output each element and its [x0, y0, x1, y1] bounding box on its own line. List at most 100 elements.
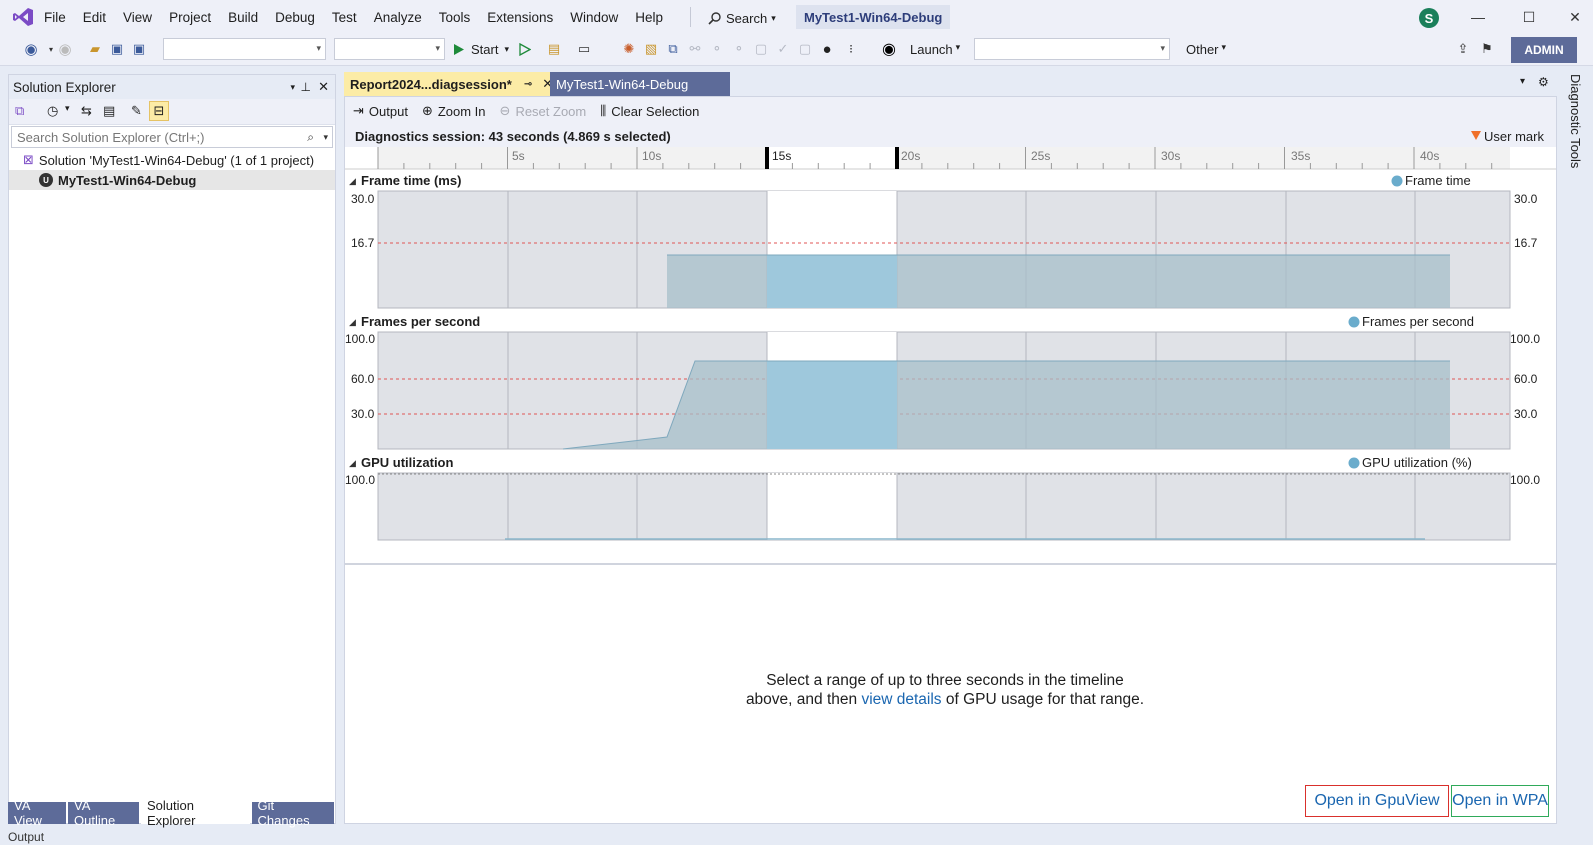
chevron-down-icon[interactable]: ▾	[1520, 76, 1525, 87]
admin-badge[interactable]: ADMIN	[1511, 37, 1577, 63]
other-toolbar-button[interactable]: Other ▾	[1186, 42, 1226, 57]
chevron-down-icon[interactable]: ▾	[65, 103, 70, 114]
diagnostic-tools-tab[interactable]: Diagnostic Tools	[1563, 74, 1583, 274]
launch-target-dropdown[interactable]: ▾	[974, 38, 1170, 60]
feedback-icon[interactable]: ⚑	[1478, 40, 1496, 58]
tab-va-outline[interactable]: VA Outline	[68, 798, 140, 828]
menu-file[interactable]: File	[44, 10, 66, 25]
ruler-tick-25s: 25s	[1031, 149, 1050, 163]
menu-analyze[interactable]: Analyze	[374, 10, 422, 25]
menu-tools[interactable]: Tools	[439, 10, 471, 25]
gpu-utilization-graph[interactable]: ◢ GPU utilization GPU utilization (%) 10…	[345, 455, 1540, 541]
timeline-ruler[interactable]: 5s 10s 15s 20s 25s 30s 35s 40s	[345, 147, 1556, 170]
history-icon[interactable]: ◷	[47, 103, 58, 119]
clear-selection-icon: ⫼	[600, 103, 607, 118]
open-in-gpuview-button[interactable]: Open in GpuView	[1305, 785, 1449, 817]
menu-edit[interactable]: Edit	[83, 10, 106, 25]
tab-git-changes[interactable]: Git Changes	[251, 798, 335, 828]
launch-button[interactable]: Launch ▾	[910, 42, 960, 57]
capture-icon[interactable]: ▧	[642, 40, 660, 58]
menu-test[interactable]: Test	[332, 10, 357, 25]
collapse-arrow-icon[interactable]: ◢	[349, 176, 356, 186]
share-icon[interactable]: ⇪	[1454, 40, 1472, 58]
layout-icon[interactable]: ▭	[575, 40, 593, 58]
start-without-debugging-icon[interactable]	[516, 40, 534, 58]
check-icon[interactable]: ✓	[774, 40, 792, 58]
menu-window[interactable]: Window	[570, 10, 618, 25]
sync-icon[interactable]: ⇆	[81, 103, 92, 119]
link-icon[interactable]: ⚯	[686, 40, 704, 58]
tab-project[interactable]: MyTest1-Win64-Debug	[550, 72, 730, 96]
axis-tick-right: 100.0	[1510, 332, 1540, 346]
search-button[interactable]: Search ▾	[708, 7, 776, 29]
close-icon[interactable]: ✕	[1563, 6, 1587, 28]
tree-item-project[interactable]: U MyTest1-Win64-Debug	[9, 170, 335, 190]
navigate-forward-icon[interactable]: ◉	[56, 40, 74, 58]
graphics-icon[interactable]: ⧉	[664, 40, 682, 58]
navigate-back-icon[interactable]: ◉	[22, 40, 40, 58]
clear-selection-button[interactable]: ⫼ Clear Selection	[600, 103, 699, 119]
solution-explorer-toolbar: ⧉ ◷ ▾ ⇆ ▤ ✎ ⊟	[9, 99, 335, 125]
fps-graph[interactable]: ◢ Frames per second Frames per second 10…	[345, 314, 1540, 450]
pin-icon[interactable]: ⊥	[301, 80, 311, 94]
tab-va-view[interactable]: VA View	[8, 798, 67, 828]
menu-debug[interactable]: Debug	[275, 10, 315, 25]
start-button[interactable]: Start ▾	[453, 42, 509, 57]
chevron-down-icon[interactable]: ▾	[290, 82, 295, 93]
selection-end-handle[interactable]	[895, 147, 899, 169]
solution-search-input[interactable]: Search Solution Explorer (Ctrl+;) ⌕ ▾	[11, 126, 333, 148]
ruler-tick-5s: 5s	[512, 149, 525, 163]
reset-zoom-button[interactable]: ⊖ Reset Zoom	[500, 103, 587, 119]
open-in-wpa-button[interactable]: Open in WPA	[1451, 785, 1549, 817]
configuration-dropdown[interactable]: ▾	[163, 38, 326, 60]
copy-icon[interactable]: ▢	[796, 40, 814, 58]
pin-icon[interactable]: ⊸	[524, 79, 532, 90]
collapse-all-icon[interactable]: ▤	[103, 103, 115, 119]
step-icon[interactable]: ⚬	[708, 40, 726, 58]
menu-help[interactable]: Help	[635, 10, 663, 25]
menu-extensions[interactable]: Extensions	[487, 10, 553, 25]
box-icon[interactable]: ▢	[752, 40, 770, 58]
frame-time-graph[interactable]: ◢ Frame time (ms) Frame time 30.0 16.7 3…	[349, 173, 1538, 309]
browse-icon[interactable]: ▤	[545, 40, 563, 58]
chevron-down-icon[interactable]: ▾	[323, 132, 328, 143]
visual-studio-logo-icon[interactable]	[12, 7, 34, 27]
preview-icon[interactable]: ⊟	[149, 101, 169, 121]
platform-dropdown[interactable]: ▾	[334, 38, 445, 60]
collapse-arrow-icon[interactable]: ◢	[349, 317, 356, 327]
minimize-icon[interactable]: —	[1466, 6, 1490, 28]
more-icon[interactable]: ⁝	[842, 40, 860, 58]
solution-explorer-header: Solution Explorer ▾ ⊥ ✕	[9, 75, 335, 99]
switch-views-icon[interactable]: ⧉	[15, 103, 24, 119]
view-details-link[interactable]: view details	[861, 691, 941, 708]
selection-start-handle[interactable]	[765, 147, 769, 169]
gear-icon[interactable]: ⚙	[1538, 75, 1549, 89]
user-mark-label: User mark	[1484, 128, 1544, 144]
menu-build[interactable]: Build	[228, 10, 258, 25]
close-icon[interactable]: ✕	[318, 79, 329, 95]
tab-diagsession[interactable]: Report2024...diagsession* ⊸ ✕	[344, 72, 553, 96]
collapse-arrow-icon[interactable]: ◢	[349, 458, 356, 468]
avatar[interactable]: S	[1419, 8, 1439, 28]
timeline-graphs[interactable]: 5s 10s 15s 20s 25s 30s 35s 40s ◢ Frame t…	[345, 147, 1556, 569]
user-mark-legend: User mark	[1471, 129, 1544, 144]
stop-record-icon[interactable]: ◉	[880, 40, 898, 58]
save-icon[interactable]: ▣	[108, 40, 126, 58]
panel-title: Solution Explorer	[13, 79, 116, 95]
open-folder-icon[interactable]: ▰	[86, 40, 104, 58]
zoom-in-button[interactable]: ⊕ Zoom In	[422, 103, 486, 119]
menu-project[interactable]: Project	[169, 10, 211, 25]
maximize-icon[interactable]: ☐	[1517, 6, 1541, 28]
tab-solution-explorer[interactable]: Solution Explorer	[141, 798, 250, 828]
output-label: Output	[368, 103, 408, 119]
menu-view[interactable]: View	[123, 10, 152, 25]
tree-item-solution[interactable]: ⊠ Solution 'MyTest1-Win64-Debug' (1 of 1…	[9, 150, 335, 170]
frame-icon[interactable]: ⚬	[730, 40, 748, 58]
record-icon[interactable]: ●	[818, 40, 836, 58]
diagnostics-icon[interactable]: ✺	[620, 40, 638, 58]
properties-icon[interactable]: ✎	[131, 103, 142, 119]
status-bar[interactable]: Output	[0, 830, 1593, 845]
search-icon[interactable]: ⌕	[307, 130, 314, 145]
save-all-icon[interactable]: ▣	[130, 40, 148, 58]
output-button[interactable]: ⇥ Output	[353, 103, 408, 119]
